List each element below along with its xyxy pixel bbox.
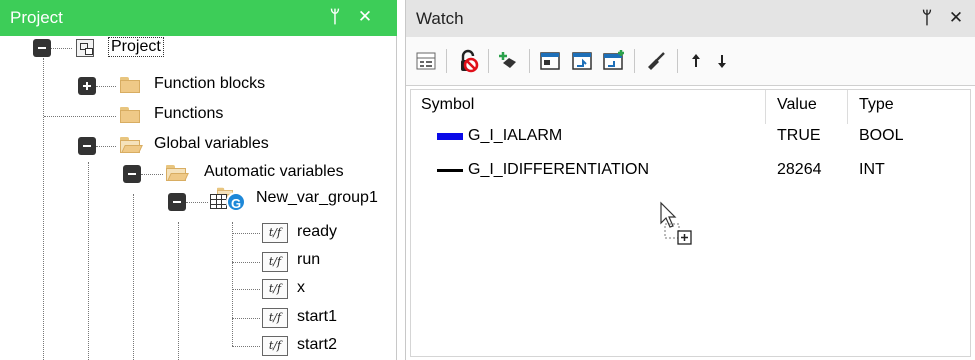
boolean-variable-icon: t/f bbox=[262, 336, 288, 356]
unlock-icon[interactable] bbox=[456, 49, 480, 73]
global-badge-icon: G bbox=[226, 192, 246, 212]
tree-item-var-group[interactable]: New_var_group1 bbox=[256, 189, 378, 207]
collapse-automatic-variables-toggle[interactable] bbox=[123, 165, 141, 183]
tree-item-variable[interactable]: ready bbox=[297, 223, 337, 241]
watch-panel: Watch ᛘ ✕ Symbol Value Type G_I_IALARM T… bbox=[405, 0, 975, 360]
toolbar-separator bbox=[488, 49, 489, 73]
table-row[interactable]: G_I_IALARM TRUE BOOL bbox=[411, 122, 970, 152]
tree-item-variable[interactable]: run bbox=[297, 251, 320, 269]
tree-connector bbox=[141, 174, 163, 175]
series-color-swatch bbox=[437, 169, 463, 172]
symbol-cell: G_I_IALARM bbox=[468, 127, 563, 144]
symbol-cell: G_I_IDIFFERENTIATION bbox=[468, 161, 650, 178]
watch-panel-header: Watch ᛘ ✕ bbox=[406, 0, 975, 37]
tree-item-variable[interactable]: start1 bbox=[297, 308, 337, 326]
value-cell[interactable]: 28264 bbox=[777, 161, 822, 179]
column-separator[interactable] bbox=[847, 90, 848, 124]
move-down-icon[interactable] bbox=[710, 49, 734, 73]
add-variable-icon[interactable] bbox=[496, 49, 520, 73]
close-icon[interactable]: ✕ bbox=[356, 7, 374, 27]
watch-table: Symbol Value Type G_I_IALARM TRUE BOOL G… bbox=[410, 89, 971, 357]
project-panel-header: Project ᛘ ✕ bbox=[0, 0, 397, 36]
project-tree: Project Function blocks Functions Global… bbox=[0, 36, 397, 360]
watch-toolbar bbox=[406, 37, 975, 86]
expand-function-blocks-toggle[interactable] bbox=[78, 77, 96, 95]
type-cell: INT bbox=[859, 161, 885, 178]
watch-panel-title: Watch bbox=[416, 9, 464, 28]
window-icon[interactable] bbox=[538, 49, 562, 73]
folder-icon bbox=[119, 107, 141, 124]
collapse-project-toggle[interactable] bbox=[33, 39, 51, 57]
tree-item-variable[interactable]: x bbox=[297, 279, 305, 297]
tree-connector bbox=[186, 202, 208, 203]
boolean-variable-icon: t/f bbox=[262, 308, 288, 328]
export-icon[interactable] bbox=[601, 49, 625, 73]
boolean-variable-icon: t/f bbox=[262, 252, 288, 272]
type-cell: BOOL bbox=[859, 127, 904, 144]
tree-item-project[interactable]: Project bbox=[108, 37, 164, 57]
tree-item-global-variables[interactable]: Global variables bbox=[154, 135, 269, 153]
tree-connector bbox=[50, 48, 72, 49]
toolbar-separator bbox=[634, 49, 635, 73]
toolbar-separator bbox=[446, 49, 447, 73]
collapse-var-group-toggle[interactable] bbox=[168, 193, 186, 211]
tree-connector bbox=[43, 58, 44, 360]
pin-icon[interactable]: ᛘ bbox=[918, 8, 936, 28]
watch-list-icon[interactable] bbox=[414, 49, 438, 73]
toolbar-separator bbox=[529, 49, 530, 73]
boolean-variable-icon: t/f bbox=[262, 279, 288, 299]
collapse-global-variables-toggle[interactable] bbox=[78, 137, 96, 155]
column-header-type[interactable]: Type bbox=[859, 96, 894, 114]
move-up-icon[interactable] bbox=[684, 49, 708, 73]
open-folder-icon bbox=[165, 165, 189, 182]
open-folder-icon bbox=[119, 137, 143, 154]
boolean-variable-icon: t/f bbox=[262, 223, 288, 243]
drag-copy-cursor-icon bbox=[658, 201, 698, 251]
tree-connector bbox=[96, 146, 116, 147]
project-panel-title: Project bbox=[10, 8, 63, 27]
series-color-swatch bbox=[437, 133, 463, 140]
tree-item-functions[interactable]: Functions bbox=[154, 105, 223, 123]
column-separator[interactable] bbox=[765, 90, 766, 124]
project-icon bbox=[76, 39, 94, 57]
tree-connector bbox=[232, 233, 260, 234]
tree-connector bbox=[88, 162, 89, 360]
import-icon[interactable] bbox=[570, 49, 594, 73]
tree-item-variable[interactable]: start2 bbox=[297, 336, 337, 354]
tree-connector bbox=[232, 262, 260, 263]
value-cell[interactable]: TRUE bbox=[777, 127, 821, 145]
folder-icon bbox=[119, 77, 141, 94]
variable-table-icon bbox=[210, 194, 227, 209]
tree-connector bbox=[96, 86, 116, 87]
tree-item-function-blocks[interactable]: Function blocks bbox=[154, 75, 265, 93]
column-header-symbol[interactable]: Symbol bbox=[421, 96, 474, 114]
tree-item-automatic-variables[interactable]: Automatic variables bbox=[204, 163, 344, 181]
tree-connector bbox=[178, 222, 179, 360]
tree-connector bbox=[232, 346, 260, 347]
tree-connector bbox=[232, 222, 233, 346]
tree-connector bbox=[232, 318, 260, 319]
clear-icon[interactable] bbox=[644, 49, 668, 73]
column-header-value[interactable]: Value bbox=[777, 96, 817, 114]
table-row[interactable]: G_I_IDIFFERENTIATION 28264 INT bbox=[411, 156, 970, 186]
tree-connector bbox=[133, 194, 134, 360]
close-icon[interactable]: ✕ bbox=[947, 8, 965, 28]
tree-connector bbox=[44, 116, 116, 117]
pin-icon[interactable]: ᛘ bbox=[326, 7, 344, 27]
project-panel: Project ᛘ ✕ Project Function blocks Func… bbox=[0, 0, 397, 360]
toolbar-separator bbox=[677, 49, 678, 73]
tree-connector bbox=[232, 289, 260, 290]
